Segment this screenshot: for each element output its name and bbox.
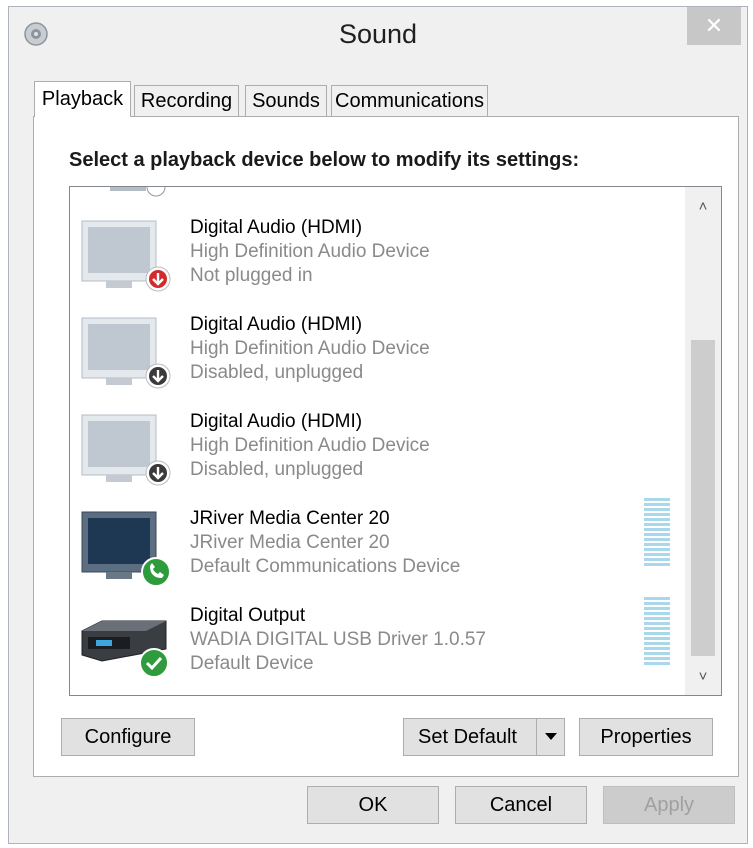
- set-default-label: Set Default: [418, 725, 517, 748]
- device-status: Not plugged in: [190, 265, 313, 286]
- ok-button[interactable]: OK: [307, 786, 439, 824]
- instruction-text: Select a playback device below to modify…: [69, 149, 580, 171]
- device-driver: High Definition Audio Device: [190, 241, 430, 262]
- tab-sounds[interactable]: Sounds: [245, 85, 327, 117]
- chevron-down-icon: [544, 733, 557, 740]
- level-meter: [644, 597, 670, 667]
- device-name: Digital Audio (HDMI): [190, 411, 363, 432]
- chevron-up-icon: ˄: [698, 197, 708, 215]
- title-bar: Sound ✕: [9, 7, 747, 69]
- device-driver: High Definition Audio Device: [190, 338, 430, 359]
- scroll-up-button[interactable]: ˄: [685, 191, 721, 221]
- monitor-icon: [81, 317, 171, 389]
- playback-panel: Select a playback device below to modify…: [33, 116, 739, 777]
- list-item[interactable]: Digital Audio (HDMI) High Definition Aud…: [70, 207, 684, 303]
- window-title: Sound: [338, 19, 418, 49]
- dropdown-arrow-button[interactable]: [536, 719, 564, 755]
- cancel-button[interactable]: Cancel: [455, 786, 587, 824]
- monitor-icon: [81, 414, 171, 486]
- close-button[interactable]: ✕: [687, 7, 741, 45]
- configure-button[interactable]: Configure: [61, 718, 195, 756]
- audio-device-icon: [81, 620, 169, 678]
- device-driver: JRiver Media Center 20: [190, 532, 390, 553]
- device-name: Digital Audio (HDMI): [190, 314, 363, 335]
- device-status: Default Device: [190, 653, 314, 674]
- device-name: Digital Audio (HDMI): [190, 217, 363, 238]
- chevron-down-icon: ˅: [698, 667, 708, 685]
- device-status: Default Communications Device: [190, 556, 461, 577]
- sound-dialog: Sound ✕ Playback Recording Sounds Commun…: [8, 6, 748, 844]
- device-list[interactable]: Digital Audio (HDMI) High Definition Aud…: [69, 186, 722, 696]
- green-check-icon: [139, 648, 169, 678]
- device-name: JRiver Media Center 20: [190, 508, 390, 529]
- monitor-icon: [81, 220, 171, 292]
- list-item[interactable]: JRiver Media Center 20 JRiver Media Cent…: [70, 498, 684, 594]
- device-status: Disabled, unplugged: [190, 362, 364, 383]
- properties-button[interactable]: Properties: [579, 718, 713, 756]
- scroll-thumb[interactable]: [691, 340, 715, 656]
- device-status: Disabled, unplugged: [190, 459, 364, 480]
- list-item[interactable]: Digital Audio (HDMI) High Definition Aud…: [70, 401, 684, 497]
- scroll-down-button[interactable]: ˅: [685, 661, 721, 691]
- phone-icon: [141, 557, 171, 587]
- tab-communications[interactable]: Communications: [331, 85, 488, 117]
- close-icon: ✕: [704, 13, 724, 38]
- device-name: Digital Output: [190, 605, 306, 626]
- tab-recording[interactable]: Recording: [134, 85, 239, 117]
- monitor-icon: [81, 511, 171, 587]
- tab-playback[interactable]: Playback: [34, 81, 131, 117]
- level-meter: [644, 498, 670, 568]
- list-item[interactable]: Digital Audio (HDMI) High Definition Aud…: [70, 304, 684, 400]
- apply-button[interactable]: Apply: [603, 786, 735, 824]
- set-default-button[interactable]: Set Default: [403, 718, 565, 756]
- vertical-scrollbar[interactable]: ˄ ˅: [685, 187, 721, 695]
- device-driver: WADIA DIGITAL USB Driver 1.0.57: [190, 629, 486, 650]
- list-item[interactable]: Digital Output WADIA DIGITAL USB Driver …: [70, 595, 684, 691]
- monitor-icon: [110, 187, 166, 197]
- device-driver: High Definition Audio Device: [190, 435, 430, 456]
